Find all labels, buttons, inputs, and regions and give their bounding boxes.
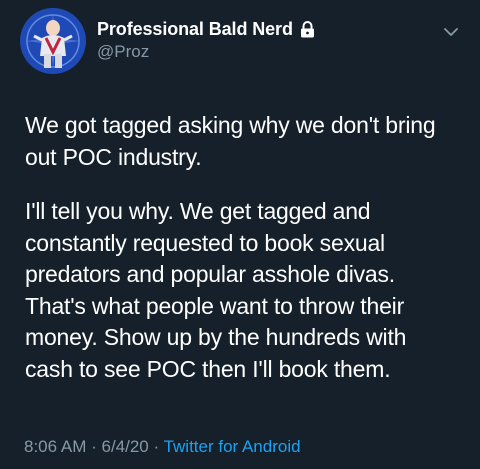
tweet-source-link[interactable]: Twitter for Android (164, 437, 301, 456)
chevron-down-icon[interactable] (444, 24, 458, 36)
tweet-metadata: 8:06 AM · 6/4/20 · Twitter for Android (24, 437, 301, 457)
avatar[interactable] (20, 8, 86, 74)
meta-separator: · (86, 437, 102, 456)
user-handle[interactable]: @Proz (97, 42, 149, 62)
tweet-text-paragraph-2: I'll tell you why. We get tagged and con… (25, 198, 407, 382)
author-row: Professional Bald Nerd (97, 19, 315, 40)
tweet-date[interactable]: 6/4/20 (101, 437, 148, 456)
avatar-illustration (20, 8, 86, 74)
tweet-time[interactable]: 8:06 AM (24, 437, 86, 456)
lock-icon (300, 21, 315, 38)
tweet-text-paragraph-1: We got tagged asking why we don't bring … (25, 112, 436, 170)
tweet-card: Professional Bald Nerd @Proz We got tagg… (0, 0, 480, 469)
display-name[interactable]: Professional Bald Nerd (97, 19, 293, 40)
meta-separator: · (148, 437, 164, 456)
